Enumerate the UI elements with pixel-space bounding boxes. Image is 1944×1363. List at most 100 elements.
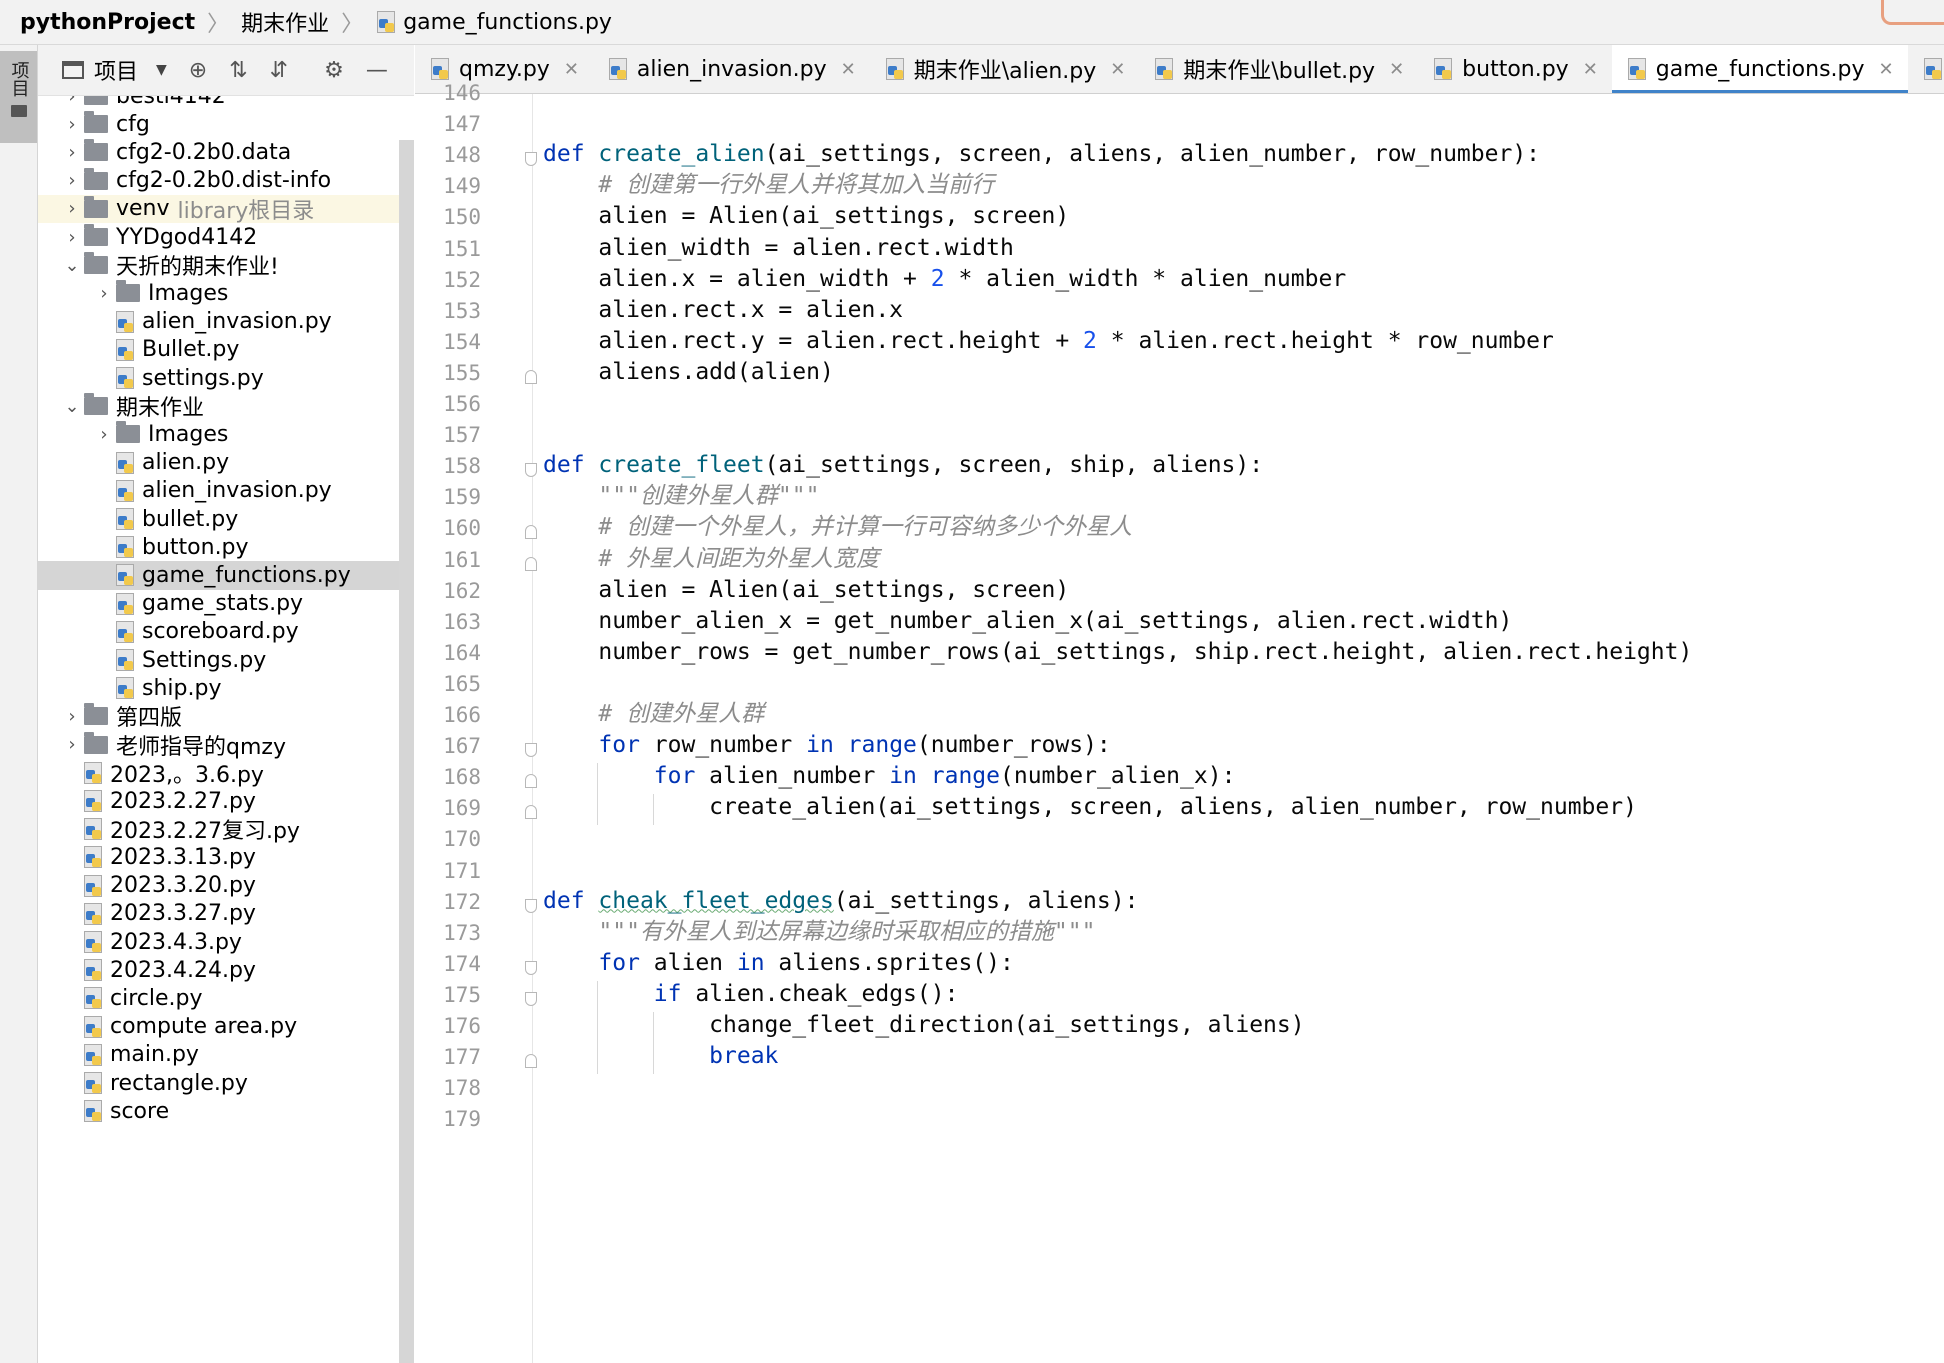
tree-scrollbar[interactable] [399,140,414,1363]
tree-file-item[interactable]: ship.py [38,674,414,702]
code-line[interactable]: alien = Alien(ai_settings, screen) [543,201,1069,231]
chevron-right-icon[interactable]: › [60,170,84,191]
tree-folder-item[interactable]: ⌄ 天折的期末作业! [38,251,414,280]
code-line[interactable]: alien.rect.x = alien.x [543,295,903,325]
editor-tab[interactable]: 第四版 [1908,45,1944,93]
code-line[interactable]: def create_alien(ai_settings, screen, al… [543,139,1540,169]
tree-file-item[interactable]: 2023.3.27.py [38,900,414,928]
tree-file-item[interactable]: alien.py [38,449,414,477]
chevron-right-icon[interactable]: › [60,734,84,755]
chevron-right-icon[interactable]: › [60,142,84,163]
tree-file-item[interactable]: game_stats.py [38,590,414,618]
code-line[interactable]: """有外星人到达屏幕边缘时采取相应的措施""" [543,917,1095,947]
close-icon[interactable]: ✕ [1879,59,1894,80]
tree-folder-item[interactable]: › cfg2-0.2b0.data [38,138,414,166]
breadcrumb-folder[interactable]: 期末作业 [235,6,335,38]
tree-file-item[interactable]: compute area.py [38,1013,414,1041]
tree-folder-item[interactable]: › cfg [38,110,414,138]
code-editor[interactable]: def create_alien(ai_settings, screen, al… [533,94,1944,1363]
chevron-right-icon[interactable]: › [60,96,84,107]
tree-folder-item[interactable]: › YYDgod4142 [38,223,414,251]
code-line[interactable]: number_rows = get_number_rows(ai_setting… [543,637,1692,667]
tree-file-item[interactable]: Bullet.py [38,336,414,364]
code-line[interactable]: for alien in aliens.sprites(): [543,948,1013,978]
tree-folder-item[interactable]: › 老师指导的qmzy [38,731,414,760]
chevron-down-icon[interactable]: ⌄ [60,255,84,276]
tree-file-item[interactable]: 2023.3.13.py [38,843,414,871]
chevron-right-icon[interactable]: › [92,424,116,445]
breadcrumb-project[interactable]: pythonProject [0,10,201,35]
chevron-right-icon[interactable]: › [60,114,84,135]
editor-tab[interactable]: game_functions.py ✕ [1611,45,1908,93]
code-line[interactable]: alien.x = alien_width + 2 * alien_width … [543,264,1346,294]
code-line[interactable]: # 创建外星人群 [543,699,764,729]
code-line[interactable]: # 外星人间距为外星人宽度 [543,544,879,574]
code-line[interactable]: # 创建第一行外星人并将其加入当前行 [543,170,994,200]
chevron-down-icon[interactable]: ⌄ [60,396,84,417]
code-line[interactable]: alien.rect.y = alien.rect.height + 2 * a… [543,326,1554,356]
tree-file-item[interactable]: 2023.4.3.py [38,928,414,956]
code-line[interactable]: """创建外星人群""" [543,481,819,511]
code-line[interactable]: break [543,1041,778,1071]
chevron-right-icon[interactable]: › [60,227,84,248]
code-line[interactable]: aliens.add(alien) [543,357,833,387]
tree-folder-item[interactable]: › cfg2-0.2b0.dist-info [38,167,414,195]
tree-file-item[interactable]: 2023.2.27.py [38,787,414,815]
chevron-right-icon[interactable]: › [92,283,116,304]
collapse-all-icon[interactable]: ⇵ [270,58,288,83]
tree-folder-item[interactable]: › 第四版 [38,702,414,731]
project-panel-title[interactable]: 项目 [94,54,138,86]
close-icon[interactable]: ✕ [841,59,856,80]
tree-folder-item[interactable]: › besti4142 [38,96,414,110]
editor-tab[interactable]: 期末作业\alien.py ✕ [870,45,1140,93]
tree-file-item[interactable]: main.py [38,1041,414,1069]
tree-file-item[interactable]: scoreboard.py [38,618,414,646]
tree-folder-item[interactable]: ⌄ 期末作业 [38,392,414,421]
minimize-icon[interactable]: — [366,58,388,83]
tree-file-item[interactable]: bullet.py [38,505,414,533]
code-line[interactable]: alien_width = alien.rect.width [543,233,1013,263]
editor-tab[interactable]: alien_invasion.py ✕ [593,45,870,93]
code-line[interactable]: for alien_number in range(number_alien_x… [543,761,1236,791]
code-line[interactable]: for row_number in range(number_rows): [543,730,1110,760]
close-icon[interactable]: ✕ [1110,59,1125,80]
chevron-right-icon[interactable]: › [60,198,84,219]
tree-file-item[interactable]: 2023.4.24.py [38,956,414,984]
close-icon[interactable]: ✕ [564,59,579,80]
tree-folder-item[interactable]: › venv library根目录 [38,194,414,224]
tree-file-item[interactable]: settings.py [38,364,414,392]
tree-file-item[interactable]: button.py [38,533,414,561]
close-icon[interactable]: ✕ [1389,59,1404,80]
tree-file-item[interactable]: 2023.2.27复习.py [38,815,414,844]
code-line[interactable]: # 创建一个外星人，并计算一行可容纳多少个外星人 [543,512,1132,542]
breadcrumb-file[interactable]: game_functions.py [369,10,618,35]
tree-file-item[interactable]: 2023,。3.6.py [38,759,414,788]
tree-file-item[interactable]: rectangle.py [38,1069,414,1097]
code-line[interactable]: if alien.cheak_edgs(): [543,979,959,1009]
editor-tab[interactable]: 期末作业\bullet.py ✕ [1139,45,1418,93]
chevron-down-icon[interactable]: ▼ [156,62,167,78]
editor-tab[interactable]: button.py ✕ [1418,45,1612,93]
tree-file-item[interactable]: alien_invasion.py [38,477,414,505]
code-line[interactable]: change_fleet_direction(ai_settings, alie… [543,1010,1304,1040]
tree-folder-item[interactable]: › Images [38,420,414,448]
tree-file-item[interactable]: circle.py [38,984,414,1012]
tree-folder-item[interactable]: › Images [38,279,414,307]
tree-file-item[interactable]: 2023.3.20.py [38,872,414,900]
tree-file-item[interactable]: score [38,1097,414,1125]
tree-file-item[interactable]: game_functions.py [38,561,414,590]
expand-all-icon[interactable]: ⇅ [229,58,247,83]
tree-file-item[interactable]: Settings.py [38,646,414,674]
code-line[interactable]: alien = Alien(ai_settings, screen) [543,575,1069,605]
gear-icon[interactable]: ⚙ [324,58,344,83]
code-line[interactable]: create_alien(ai_settings, screen, aliens… [543,792,1637,822]
code-line[interactable]: def cheak_fleet_edges(ai_settings, alien… [543,886,1138,916]
python-file-icon [114,367,136,390]
code-line[interactable]: def create_fleet(ai_settings, screen, sh… [543,450,1263,480]
code-line[interactable]: number_alien_x = get_number_alien_x(ai_s… [543,606,1512,636]
tree-file-item[interactable]: alien_invasion.py [38,308,414,336]
crosshair-icon[interactable]: ⊕ [189,58,207,83]
close-icon[interactable]: ✕ [1583,59,1598,80]
chevron-right-icon[interactable]: › [60,706,84,727]
project-tool-window-button[interactable]: 项目 [0,51,37,143]
